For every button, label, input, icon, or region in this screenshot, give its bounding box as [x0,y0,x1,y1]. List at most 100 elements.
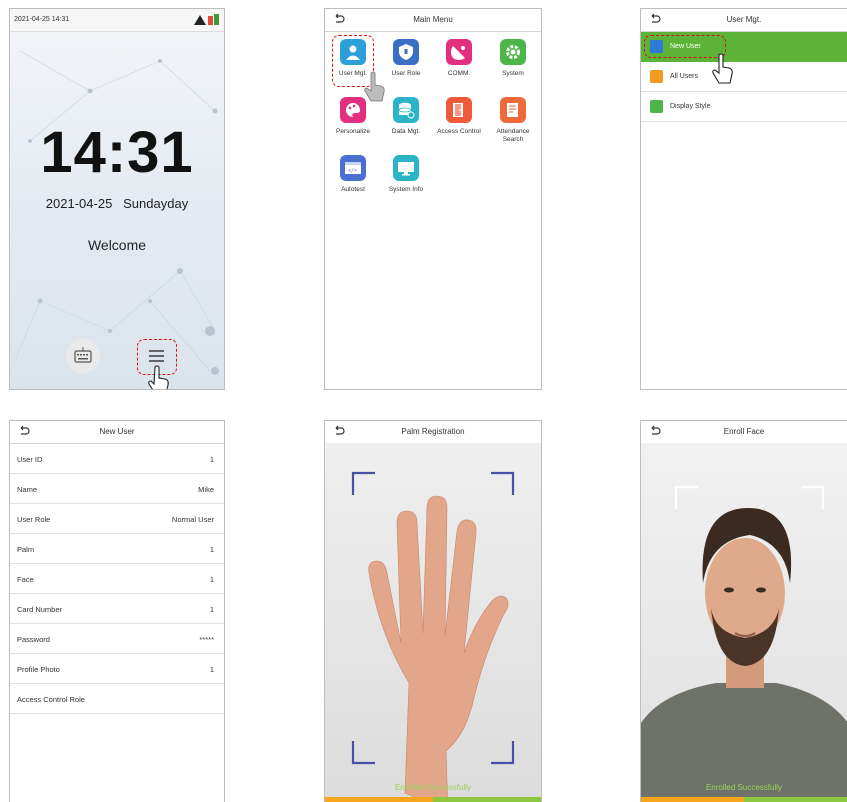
progress-bar [641,797,847,802]
menu-item-label: System [502,70,524,77]
field-user-id[interactable]: User ID 1 [10,444,224,474]
field-value: 1 [209,665,214,674]
field-value: 1 [209,605,214,614]
svg-text:</>: </> [348,168,357,174]
header: Enroll Face [641,421,847,444]
menu-item-label: Access Control [437,128,481,135]
menu-item-label: Autotest [341,186,365,193]
field-name[interactable]: Name Mike [10,474,224,504]
main-menu-screen: Main Menu User Mgt. User Role COMM. Syst… [324,8,542,390]
menu-item-label: COMM. [447,70,471,77]
attendance-search-tile [500,97,526,123]
display-style-icon [650,100,663,113]
enroll-face-screen: Enroll Face Enrolled Successfully [640,420,847,802]
menu-item-label: System Info [388,186,424,193]
field-value: 1 [209,455,214,464]
satellite-icon [451,46,465,60]
menu-item-data-mgt[interactable]: Data Mgt. [384,91,428,143]
shield-icon [399,44,413,60]
field-value: 1 [209,545,214,554]
field-user-role[interactable]: User Role Normal User [10,504,224,534]
menu-item-user-role[interactable]: User Role [384,33,428,85]
field-label: Password [17,635,50,644]
menu-item-system[interactable]: System [491,33,535,85]
keyboard-icon [74,347,92,363]
autotest-tile: </> [340,155,366,181]
user-role-tile [393,39,419,65]
monitor-icon [398,162,414,176]
list-item-display-style[interactable]: Display Style [641,92,847,122]
menu-item-comm[interactable]: COMM. [437,33,481,85]
status-datetime: 2021-04-25 14:31 [14,16,70,23]
access-control-tile [446,97,472,123]
page-title: User Mgt. [726,15,762,24]
users-icon [650,70,663,83]
list-item-new-user[interactable]: New User [641,32,847,62]
menu-item-label: Personalize [336,128,370,135]
pointing-hand-icon [364,71,385,102]
pointing-hand-icon [148,365,169,389]
enroll-status-message: Enrolled Successfully [705,783,783,792]
menu-item-autotest[interactable]: </> Autotest [331,149,375,201]
palm-camera-preview: Enrolled Successfully [325,443,541,802]
header: Main Menu [325,9,541,32]
data-mgt-tile [393,97,419,123]
field-card-number[interactable]: Card Number 1 [10,594,224,624]
progress-bar [325,797,541,802]
field-value: ***** [199,635,214,644]
field-label: Card Number [17,605,63,614]
page-title: Enroll Face [723,427,765,436]
menu-item-label: Data Mgt. [391,128,421,135]
field-label: User ID [17,455,43,464]
field-label: Face [17,575,34,584]
header: Palm Registration [325,421,541,444]
document-search-icon [507,103,518,117]
network-status-icon [194,14,219,25]
field-access-control-role[interactable]: Access Control Role [10,684,224,714]
header: New User [10,421,224,444]
standby-date: 2021-04-25 Sundayday [10,196,224,211]
palm-image [325,443,541,802]
list-item-label: All Users [670,73,699,80]
system-info-tile [393,155,419,181]
field-value: 1 [209,575,214,584]
new-user-screen: New User User ID 1 Name Mike User Role Norm… [9,420,225,802]
standby-clock: 14:31 [40,120,194,185]
field-label: Access Control Role [17,695,85,704]
palm-registration-screen: Palm Registration Enrolled Successfully [324,420,542,802]
field-face[interactable]: Face 1 [10,564,224,594]
face-image [641,443,847,802]
face-camera-preview: Enrolled Successfully [641,443,847,802]
welcome-text: Welcome [87,237,147,253]
standby-screen: 2021-04-25 14:31 14:31 2021-04-25 Sunday… [9,8,225,390]
field-value: Mike [198,485,214,494]
field-palm[interactable]: Palm 1 [10,534,224,564]
page-title: New User [99,427,135,436]
page-title: Main Menu [413,15,453,24]
gear-icon [506,45,520,59]
field-password[interactable]: Password ***** [10,624,224,654]
palette-icon [346,103,361,117]
list-item-all-users[interactable]: All Users [641,62,847,92]
menu-item-attendance-search[interactable]: Attendance Search [491,91,535,143]
list-item-label: Display Style [670,103,711,110]
field-label: Palm [17,545,35,554]
menu-item-access-control[interactable]: Access Control [437,91,481,143]
field-label: Profile Photo [17,665,60,674]
enroll-status-message: Enrolled Successfully [394,783,472,792]
menu-item-label: Attendance Search [496,128,530,143]
door-icon [453,103,463,117]
field-profile-photo[interactable]: Profile Photo 1 [10,654,224,684]
field-label: Name [17,485,38,494]
field-value: Normal User [171,515,214,524]
keyboard-button[interactable] [66,339,100,373]
database-icon [398,102,415,119]
menu-item-label: User Role [391,70,421,77]
weekday-value: Sundayday [123,196,189,211]
menu-item-system-info[interactable]: System Info [384,149,428,201]
comm-tile [446,39,472,65]
user-mgt-screen: User Mgt. New User All Users Display Sty… [640,8,847,390]
system-tile [500,39,526,65]
field-label: User Role [17,515,51,524]
page-title: Palm Registration [401,427,465,436]
